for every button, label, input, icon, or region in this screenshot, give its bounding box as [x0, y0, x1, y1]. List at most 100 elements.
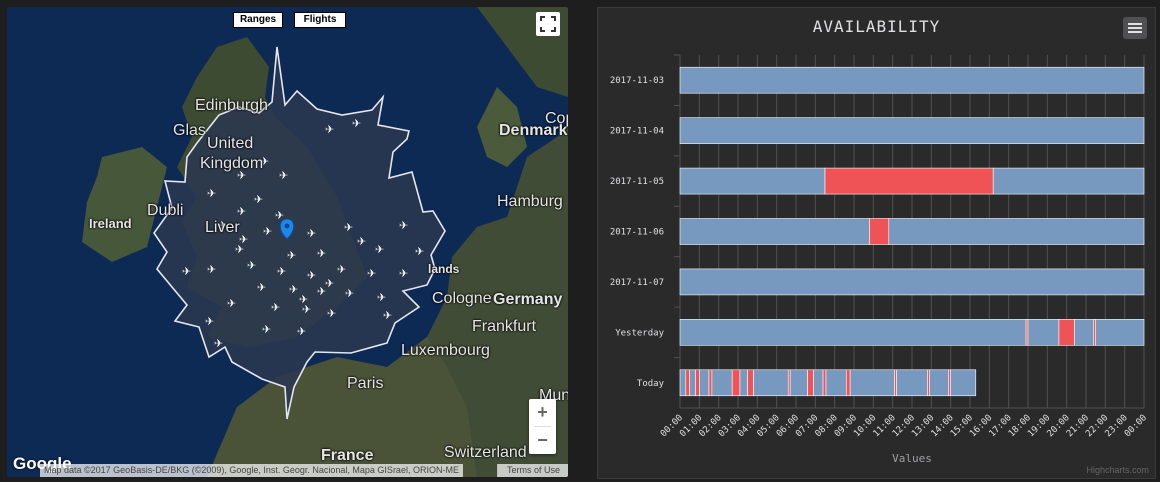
label-liverpool: Liver	[205, 219, 240, 236]
availability-segment-unavailable	[731, 369, 741, 397]
svg-text:✈: ✈	[337, 263, 346, 276]
label-united: United	[207, 135, 254, 152]
svg-text:✈: ✈	[207, 263, 216, 276]
fullscreen-icon	[540, 16, 556, 32]
y-category-label: Today	[637, 379, 665, 389]
svg-text:✈: ✈	[279, 169, 288, 182]
svg-text:✈: ✈	[239, 233, 248, 246]
label-paris: Paris	[347, 375, 384, 392]
zoom-control: + −	[529, 399, 556, 454]
svg-text:✈: ✈	[287, 249, 296, 262]
label-germany: Germany	[493, 291, 563, 308]
availability-segment-unavailable	[869, 218, 890, 245]
svg-text:✈: ✈	[262, 323, 271, 336]
availability-chart-panel: AVAILABILITY 00:00 01:00 02:00 03:00 04:00 05…	[597, 7, 1156, 479]
availability-segment-available	[711, 369, 733, 397]
y-category-label: 2017-11-04	[610, 127, 664, 137]
flights-button[interactable]: Flights	[294, 12, 346, 28]
label-dublin: Dubli	[147, 202, 184, 219]
map-canvas[interactable]: ✈ ✈✈ ✈ ✈✈ ✈✈ ✈ ✈ ✈ ✈ ✈ ✈✈ ✈ ✈✈ ✈ ✈✈ ✈ ✈ ✈ ✈ ✈ ✈ ✈✈ ✈ …	[7, 7, 568, 477]
svg-text:✈: ✈	[307, 227, 316, 240]
availability-segment-available	[753, 369, 789, 397]
label-edinburgh: Edinburgh	[195, 97, 268, 114]
availability-segment-unavailable	[845, 369, 851, 397]
svg-text:✈: ✈	[344, 221, 353, 234]
svg-text:✈: ✈	[271, 301, 280, 314]
label-france: France	[321, 447, 374, 464]
svg-text:✈: ✈	[299, 293, 308, 306]
availability-segment-available	[679, 218, 870, 245]
svg-text:✈: ✈	[375, 243, 384, 256]
availability-segment-available	[992, 167, 1145, 195]
svg-text:✈: ✈	[289, 283, 298, 296]
x-tick-label: 00:00	[1123, 413, 1149, 439]
map-panel[interactable]: ✈ ✈ ✈ ✈ ✈ ✈ ✈ ✈ ✈ ✈ ✈ ✈ ✈ ✈ ✈ ✈ ✈ ✈ ✈ ✈ ✈ ✈ ✈ ✈ ✈ ✈ ✈ ✈ ✈ ✈ …	[7, 7, 568, 477]
svg-text:✈: ✈	[254, 193, 263, 206]
availability-segment-available	[699, 369, 710, 397]
label-switzerland: Switzerland	[444, 444, 527, 461]
availability-segment-unavailable	[708, 369, 713, 397]
label-ireland: Ireland	[89, 216, 132, 231]
svg-text:✈: ✈	[377, 291, 386, 304]
y-category-label: 2017-11-03	[610, 76, 664, 86]
svg-text:✈: ✈	[207, 187, 216, 200]
availability-segment-available	[896, 369, 928, 397]
svg-text:✈: ✈	[182, 265, 191, 278]
terms-of-use-link[interactable]: Terms of Use	[497, 464, 568, 477]
availability-segment-available	[888, 218, 1145, 245]
svg-text:✈: ✈	[297, 325, 306, 338]
zoom-in-button[interactable]: +	[529, 399, 556, 426]
svg-text:✈: ✈	[383, 309, 392, 322]
availability-segment-available	[1074, 319, 1095, 346]
availability-segment-unavailable	[695, 369, 700, 397]
zoom-out-button[interactable]: −	[529, 427, 556, 454]
svg-text:✈: ✈	[237, 205, 246, 218]
availability-segment-available	[1095, 319, 1145, 346]
label-cologne: Cologne	[432, 290, 492, 307]
availability-segment-unavailable	[807, 369, 814, 397]
chart-credits[interactable]: Highcharts.com	[1086, 465, 1149, 475]
availability-segment-unavailable	[824, 167, 994, 195]
svg-text:✈: ✈	[367, 267, 376, 280]
map-attribution: Map data ©2017 GeoBasis-DE/BKG (©2009), …	[40, 464, 463, 477]
availability-segment-unavailable	[747, 369, 754, 397]
label-luxembourg: Luxembourg	[401, 342, 490, 359]
svg-text:✈: ✈	[205, 315, 214, 328]
svg-text:✈: ✈	[415, 245, 424, 258]
y-category-label: 2017-11-06	[610, 228, 664, 238]
svg-text:✈: ✈	[263, 225, 272, 238]
svg-text:✈: ✈	[317, 247, 326, 260]
label-frankfurt: Frankfurt	[472, 318, 537, 335]
label-lands: lands	[428, 262, 460, 276]
svg-text:✈: ✈	[325, 277, 334, 290]
availability-segment-available	[1027, 319, 1060, 346]
svg-text:✈: ✈	[214, 337, 223, 350]
svg-text:✈: ✈	[399, 267, 408, 280]
availability-segment-available	[679, 66, 1145, 94]
svg-text:✈: ✈	[357, 235, 366, 248]
svg-text:✈: ✈	[227, 297, 236, 310]
svg-text:✈: ✈	[327, 307, 336, 320]
availability-chart: 00:0001:0002:0003:0004:0005:0006:0007:00…	[610, 54, 1149, 465]
svg-text:✈: ✈	[307, 269, 316, 282]
svg-text:✈: ✈	[345, 287, 354, 300]
availability-segment-available	[679, 117, 1145, 144]
ranges-button[interactable]: Ranges	[233, 12, 283, 28]
availability-segment-available	[679, 319, 1027, 346]
y-category-label: 2017-11-05	[610, 177, 664, 187]
label-hamburg: Hamburg	[497, 193, 563, 210]
availability-segment-available	[739, 369, 748, 397]
availability-segment-available	[929, 369, 950, 397]
availability-segment-available	[679, 369, 687, 397]
svg-text:✈: ✈	[399, 219, 408, 232]
fullscreen-button[interactable]	[536, 12, 560, 36]
svg-text:✈: ✈	[325, 123, 334, 136]
availability-segment-available	[825, 369, 847, 397]
availability-segment-available	[813, 369, 824, 397]
availability-segment-unavailable	[1058, 319, 1075, 346]
availability-segment-unavailable	[822, 369, 827, 397]
availability-segment-available	[679, 268, 1145, 296]
label-cop: Cop	[545, 110, 568, 127]
svg-text:✈: ✈	[247, 259, 256, 272]
label-glasgow: Glas	[173, 122, 206, 139]
